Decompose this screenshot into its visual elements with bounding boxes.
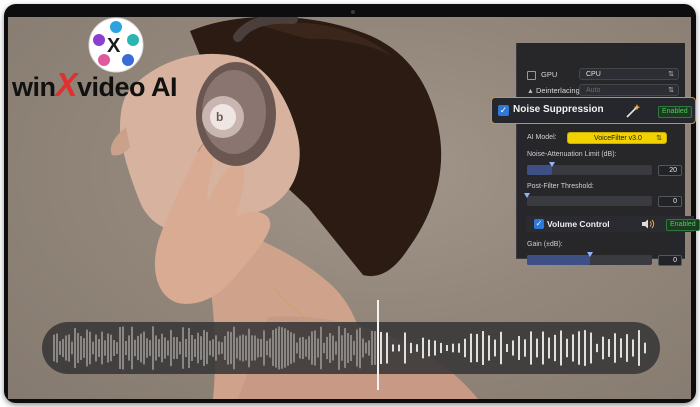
audio-waveform[interactable] [42,322,660,374]
logo-wordmark: winXvideo AI [12,66,178,104]
ai-model-label: AI Model: [527,134,557,141]
ai-model-select[interactable]: VoiceFilter v3.0 ⇅ [567,132,667,144]
deinterlacing-select-value: Auto [586,87,601,94]
noise-suppression-checkbox[interactable]: ✓ [498,105,509,116]
deinterlacing-row: ▲ Deinterlacing [527,86,580,95]
logo-text-win: win [12,72,56,102]
noise-attenuation-thumb[interactable] [549,162,555,167]
playhead-marker[interactable] [377,300,379,390]
gpu-row[interactable]: GPU [527,70,557,80]
noise-suppression-label: Noise Suppression [513,104,604,115]
logo-text-video-ai: video AI [77,72,178,102]
gpu-checkbox-icon[interactable] [527,70,536,80]
post-filter-label: Post-Filter Threshold: [527,183,594,190]
post-filter-slider[interactable] [524,193,652,206]
chevron-down-icon: ⇅ [668,71,674,78]
gain-slider[interactable] [527,252,652,265]
volume-control-status-badge: Enabled [666,219,700,231]
volume-control-row[interactable]: ✓ Volume Control Enabled [526,216,700,232]
volume-control-checkbox[interactable]: ✓ [534,219,544,229]
waveform-graphic [53,326,646,370]
webcam-dot [351,10,355,14]
gpu-label: GPU [541,70,558,79]
gpu-select[interactable]: CPU ⇅ [579,68,679,80]
logo-text-x: X [55,66,78,103]
winxvideo-ai-logo: X winXvideo AI [12,16,222,108]
gain-label: Gain (±dB): [527,241,563,248]
svg-text:X: X [107,35,121,57]
noise-attenuation-input[interactable]: 20 [658,165,682,176]
app-screenshot: b X winXvideo AI GPU CPU ⇅ ▲ Deinterlacing… [0,0,700,407]
speaker-icon [642,219,655,229]
noise-suppression-status-badge: Enabled [658,106,692,118]
deinterlacing-select[interactable]: Auto ⇅ [579,84,679,96]
chevron-down-icon: ⇅ [668,87,674,94]
chevron-down-icon: ⇅ [656,135,662,142]
noise-attenuation-label: Noise-Attenuation Limit (dB): [527,151,617,158]
noise-attenuation-slider[interactable] [527,162,652,175]
gain-thumb[interactable] [586,252,593,257]
gain-fill [527,255,590,265]
magic-wand-icon [626,104,641,118]
gain-input[interactable]: 0 [658,255,682,266]
volume-control-label: Volume Control [547,219,610,229]
post-filter-input[interactable]: 0 [658,196,682,207]
noise-suppression-row[interactable]: ✓ Noise Suppression Enabled [491,97,696,124]
post-filter-thumb[interactable] [524,193,530,198]
deinterlacing-icon: ▲ [527,88,534,95]
gpu-select-value: CPU [586,71,601,78]
deinterlacing-label: Deinterlacing [536,86,580,95]
svg-text:b: b [216,110,223,124]
ai-model-select-value: VoiceFilter v3.0 [594,135,642,142]
